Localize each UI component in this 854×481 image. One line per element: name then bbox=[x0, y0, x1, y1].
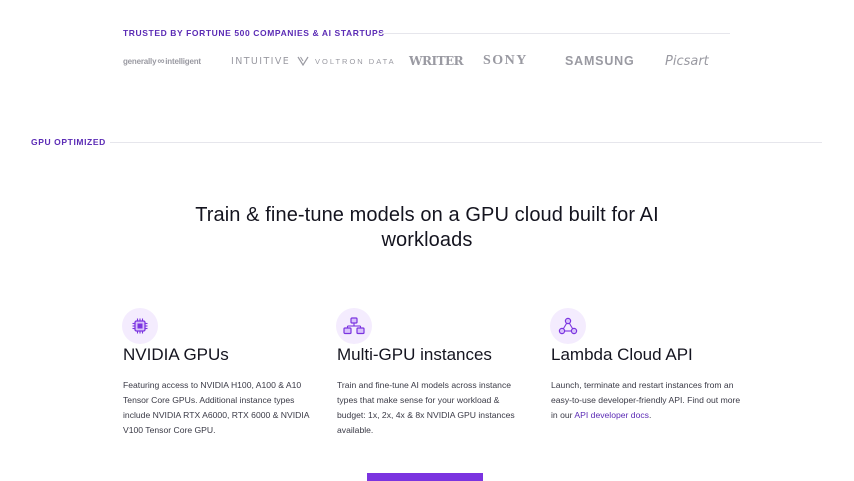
gpu-chip-icon bbox=[122, 308, 158, 344]
feature-description-end: . bbox=[648, 410, 652, 420]
customer-logos: generally ∞ intelligent INTUITIVE VOLTRO… bbox=[123, 50, 743, 72]
voltron-v-icon bbox=[297, 56, 309, 66]
logo-voltron-data: VOLTRON DATA bbox=[297, 50, 396, 72]
feature-title: Multi-GPU instances bbox=[337, 345, 492, 364]
section-divider bbox=[110, 142, 822, 143]
trusted-divider bbox=[378, 33, 730, 34]
feature-lambda-cloud-api: Lambda Cloud API Launch, terminate and r… bbox=[550, 308, 741, 423]
multi-gpu-network-icon bbox=[336, 308, 372, 344]
logo-intuitive: INTUITIVE bbox=[231, 55, 291, 67]
feature-title: NVIDIA GPUs bbox=[123, 345, 229, 364]
feature-description: Featuring access to NVIDIA H100, A100 & … bbox=[123, 380, 309, 435]
infinity-icon: ∞ bbox=[157, 55, 165, 67]
logo-writer: WRITER bbox=[409, 54, 464, 68]
feature-title: Lambda Cloud API bbox=[551, 345, 693, 364]
section-label: GPU OPTIMIZED bbox=[31, 137, 106, 147]
trusted-by-label: TRUSTED BY FORTUNE 500 COMPANIES & AI ST… bbox=[123, 28, 385, 38]
logo-gi-word-2: intelligent bbox=[165, 56, 201, 66]
section-headline: Train & fine-tune models on a GPU cloud … bbox=[195, 204, 659, 251]
api-developer-docs-link[interactable]: API developer docs bbox=[574, 410, 649, 420]
feature-description: Train and fine-tune AI models across ins… bbox=[337, 380, 515, 435]
feature-description: Launch, terminate and restart instances … bbox=[551, 378, 741, 423]
logo-generally-intelligent: generally ∞ intelligent bbox=[123, 50, 201, 72]
logo-gi-word-1: generally bbox=[123, 56, 157, 66]
logo-sony: SONY bbox=[483, 53, 528, 68]
api-nodes-icon bbox=[550, 308, 586, 344]
feature-multi-gpu: Multi-GPU instances Train and fine-tune … bbox=[336, 308, 527, 438]
logo-voltron-text: VOLTRON DATA bbox=[315, 56, 396, 66]
logo-picsart: Picsart bbox=[665, 53, 709, 69]
logo-samsung: SAMSUNG bbox=[565, 54, 635, 68]
feature-nvidia-gpus: NVIDIA GPUs Featuring access to NVIDIA H… bbox=[122, 308, 313, 438]
